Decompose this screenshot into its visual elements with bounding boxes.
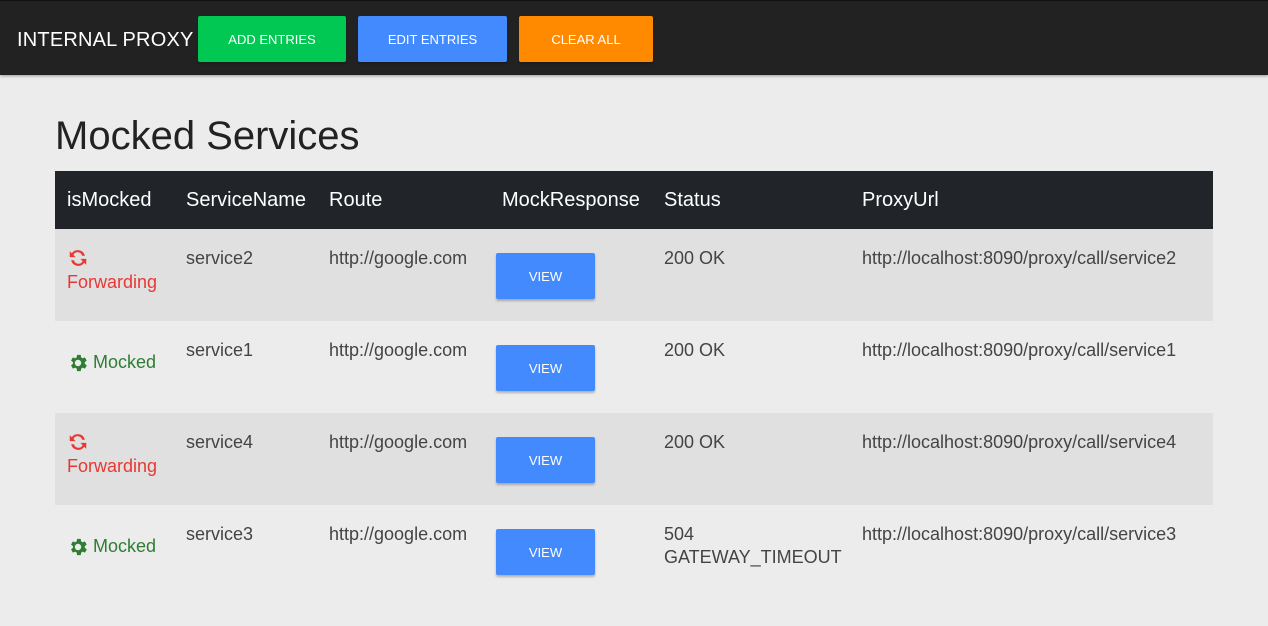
forwarding-label: Forwarding [67,456,158,476]
cell-route: http://google.com [329,248,468,268]
cell-ismocked: Forwarding [55,413,174,505]
cell-ismocked: Mocked [55,321,174,413]
services-table: isMocked ServiceName Route MockResponse … [55,171,1213,597]
table-row: Forwarding service2 http://google.com VI… [55,229,1213,321]
forwarding-status[interactable]: Forwarding [67,247,174,294]
edit-entries-button[interactable]: EDIT ENTRIES [358,16,507,62]
header-route: Route [329,188,383,211]
header-proxyurl: ProxyUrl [862,188,939,211]
table-row: Forwarding service4 http://google.com VI… [55,413,1213,505]
view-button[interactable]: VIEW [496,529,595,575]
cell-mockresponse: VIEW [490,321,652,413]
cell-proxyurl: http://localhost:8090/proxy/call/service… [862,248,1177,268]
cell-status: 200 OK [664,340,726,360]
gear-icon [67,352,89,374]
table-row: Mocked service3 http://google.com VIEW 5… [55,505,1213,597]
gear-icon [67,536,89,558]
mocked-label: Mocked [93,536,157,556]
forwarding-status[interactable]: Forwarding [67,431,174,478]
view-button[interactable]: VIEW [496,253,595,299]
view-button[interactable]: VIEW [496,437,595,483]
forwarding-label: Forwarding [67,272,158,292]
table-row: Mocked service1 http://google.com VIEW 2… [55,321,1213,413]
cell-ismocked: Forwarding [55,229,174,321]
cell-route: http://google.com [329,432,468,452]
mocked-status[interactable]: Mocked [67,535,156,558]
header-status: Status [664,188,721,211]
cell-route: http://google.com [329,340,468,360]
cell-status: 504 GATEWAY_TIMEOUT [664,524,842,567]
cell-mockresponse: VIEW [490,413,652,505]
refresh-icon [67,247,174,271]
clear-all-button[interactable]: CLEAR ALL [519,16,653,62]
top-navbar: INTERNAL PROXY ADD ENTRIES EDIT ENTRIES … [0,0,1268,75]
cell-ismocked: Mocked [55,505,174,597]
view-button[interactable]: VIEW [496,345,595,391]
cell-servicename: service2 [186,248,254,268]
page-title: Mocked Services [55,114,360,158]
cell-proxyurl: http://localhost:8090/proxy/call/service… [862,340,1177,360]
cell-servicename: service3 [186,524,254,544]
cell-servicename: service1 [186,340,254,360]
header-servicename: ServiceName [186,188,307,211]
cell-proxyurl: http://localhost:8090/proxy/call/service… [862,432,1177,452]
cell-proxyurl: http://localhost:8090/proxy/call/service… [862,524,1177,544]
cell-status: 200 OK [664,248,726,268]
table-header-row: isMocked ServiceName Route MockResponse … [55,171,1213,229]
add-entries-button[interactable]: ADD ENTRIES [198,16,346,62]
cell-servicename: service4 [186,432,254,452]
mocked-label: Mocked [93,352,157,372]
header-ismocked: isMocked [67,188,152,211]
cell-route: http://google.com [329,524,468,544]
cell-mockresponse: VIEW [490,505,652,597]
refresh-icon [67,431,174,455]
mocked-status[interactable]: Mocked [67,351,156,374]
cell-status: 200 OK [664,432,726,452]
header-mockresponse: MockResponse [502,188,640,211]
cell-mockresponse: VIEW [490,229,652,321]
brand-title: INTERNAL PROXY [17,29,194,51]
